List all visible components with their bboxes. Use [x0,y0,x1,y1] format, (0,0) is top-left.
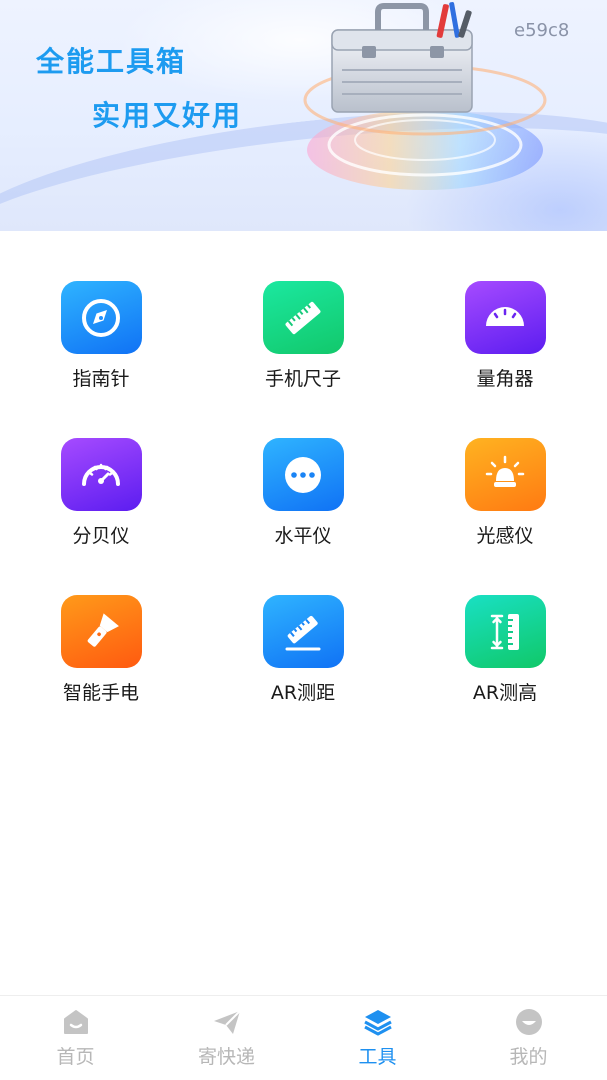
tool-label: 手机尺子 [264,368,341,390]
tool-protractor[interactable]: 量角器 [415,281,595,401]
tool-label: 量角器 [476,368,534,390]
layers-icon [363,1010,392,1036]
tool-compass[interactable]: 指南针 [11,281,191,401]
ar-height-icon [464,595,546,668]
tool-label: 智能手电 [62,682,139,704]
banner-subtitle: 实用又好用 [92,99,243,132]
nav-label: 工具 [358,1046,397,1068]
nav-item-tools[interactable]: 工具 [302,996,453,1080]
toolbox-illustration [303,2,547,190]
home-icon [63,1010,88,1034]
nav-label: 我的 [509,1046,548,1068]
tool-flashlight[interactable]: 智能手电 [11,595,191,715]
profile-icon [515,1009,542,1035]
light-sensor-icon [464,438,546,511]
paper-plane-icon [213,1010,241,1034]
level-icon [262,438,344,511]
hero-banner: 全能工具箱 实用又好用 e59c8 [0,0,607,231]
nav-label: 寄快递 [197,1046,255,1068]
flashlight-icon [60,595,142,668]
ruler-icon [262,281,344,354]
nav-label: 首页 [56,1046,95,1068]
protractor-icon [464,281,546,354]
tool-label: AR测高 [472,682,538,704]
tool-ar-height[interactable]: AR测高 [415,595,595,715]
tool-label: AR测距 [270,682,336,704]
decibel-meter-icon [60,438,142,511]
banner-title: 全能工具箱 [36,45,187,78]
tool-label: 指南针 [72,368,130,390]
tool-light-sensor[interactable]: 光感仪 [415,438,595,558]
nav-item-home[interactable]: 首页 [0,996,151,1080]
compass-icon [60,281,142,354]
tool-label: 光感仪 [476,525,534,547]
tool-label: 水平仪 [274,525,332,547]
tool-ar-distance[interactable]: AR测距 [213,595,393,715]
tool-ruler[interactable]: 手机尺子 [213,281,393,401]
tool-level[interactable]: 水平仪 [213,438,393,558]
tool-decibel-meter[interactable]: 分贝仪 [11,438,191,558]
ar-distance-icon [262,595,344,668]
nav-item-profile[interactable]: 我的 [453,996,604,1080]
nav-item-express[interactable]: 寄快递 [151,996,302,1080]
bottom-nav: 首页 寄快递 工具 我的 [0,995,607,1080]
tool-label: 分贝仪 [72,525,130,547]
